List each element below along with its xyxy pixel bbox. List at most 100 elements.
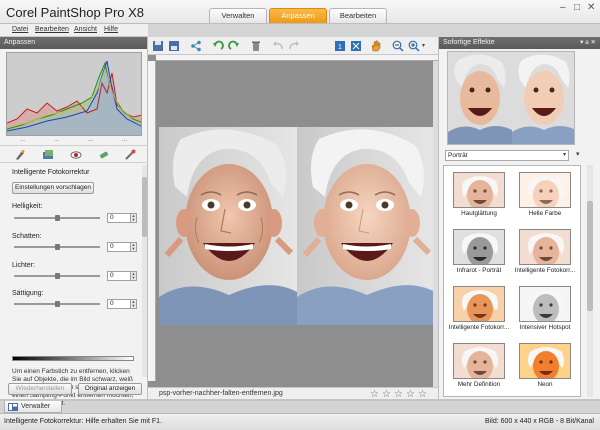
effect-thumbnail[interactable]: [453, 172, 505, 208]
brightness-label: Helligkeit:: [12, 203, 43, 210]
red-eye-icon[interactable]: [70, 149, 82, 161]
effect-category-value: Porträt: [448, 152, 468, 159]
zoom-dropdown-icon[interactable]: ▾: [422, 42, 425, 49]
smart-fix-icon[interactable]: [14, 149, 26, 161]
effect-thumbnail[interactable]: [453, 286, 505, 322]
app-title: Corel PaintShop Pro X8: [6, 5, 145, 20]
effect-preview: [447, 51, 575, 145]
menu-hilfe[interactable]: Hilfe: [104, 26, 118, 33]
highlights-slider-thumb[interactable]: [55, 273, 60, 279]
smart-photo-fix-settings: Intelligente Fotokorrektur Einstellungen…: [0, 165, 148, 407]
saturation-value[interactable]: 0: [107, 299, 131, 309]
shadows-value[interactable]: 0: [107, 242, 131, 252]
effect-item[interactable]: Infrarot - Porträt: [446, 225, 512, 279]
effects-scrollbar[interactable]: [587, 165, 593, 397]
save-icon[interactable]: [152, 40, 164, 52]
effect-item[interactable]: Intensiver Hotspot: [512, 282, 578, 336]
redo-icon[interactable]: [288, 40, 300, 52]
effect-thumbnail[interactable]: [453, 343, 505, 379]
effect-thumbnail[interactable]: [519, 229, 571, 265]
category-menu-icon[interactable]: ▾: [576, 150, 580, 158]
highlights-spinner[interactable]: ▲ ▼: [131, 271, 137, 281]
histogram-markers: ... ... ... ...: [6, 137, 142, 143]
close-icon[interactable]: ✕: [587, 3, 595, 13]
shadows-spinner[interactable]: ▲ ▼: [131, 242, 137, 252]
menu-datei[interactable]: Datei: [12, 26, 28, 33]
effect-item[interactable]: Hautglättung: [446, 168, 512, 222]
settings-scrollbar[interactable]: [142, 165, 147, 377]
effects-scrollbar-thumb[interactable]: [587, 201, 593, 311]
effect-label: Infrarot - Porträt: [456, 267, 502, 274]
instant-effects-title: Sofortige Effekte: [443, 39, 495, 46]
saturation-slider[interactable]: [14, 301, 100, 307]
photo-blend-icon[interactable]: [42, 149, 54, 161]
effect-item[interactable]: Helle Farbe: [512, 168, 578, 222]
saturation-spinner[interactable]: ▲ ▼: [131, 299, 137, 309]
rotate-left-icon[interactable]: [212, 40, 224, 52]
instant-effects-panel: Sofortige Effekte ▾ a ✕ Porträt ▾ ▾ Haut…: [438, 37, 600, 401]
tab-bearbeiten[interactable]: Bearbeiten: [329, 8, 387, 23]
delete-icon[interactable]: [250, 40, 262, 52]
brush-icon[interactable]: [124, 149, 136, 161]
effect-label: Hautglättung: [461, 210, 497, 217]
histogram-marker: ...: [122, 137, 128, 143]
chevron-down-icon[interactable]: ▾: [563, 151, 566, 160]
title-bar: Corel PaintShop Pro X8 Verwalten Anpasse…: [0, 0, 600, 24]
organizer-tab[interactable]: Verwalter: [4, 401, 62, 413]
ruler-top: [156, 55, 438, 61]
suggest-settings-button[interactable]: Einstellungen vorschlagen: [12, 182, 94, 194]
tab-verwalten[interactable]: Verwalten: [209, 8, 267, 23]
menu-bar: Datei Bearbeiten Ansicht Hilfe: [0, 24, 148, 37]
rotate-right-icon[interactable]: [228, 40, 240, 52]
image-canvas[interactable]: [148, 55, 438, 387]
effect-thumbnail[interactable]: [519, 172, 571, 208]
menu-ansicht[interactable]: Ansicht: [74, 26, 97, 33]
saturation-label: Sättigung:: [12, 290, 44, 297]
pan-hand-icon[interactable]: [370, 40, 382, 52]
effect-label: Helle Farbe: [528, 210, 562, 217]
saturation-slider-thumb[interactable]: [55, 301, 60, 307]
status-message: Intelligente Fotokorrektur: Hilfe erhalt…: [4, 418, 162, 425]
effect-item[interactable]: Intelligente Fotokorr...: [512, 225, 578, 279]
effect-label: Mehr Definition: [457, 381, 501, 388]
effects-gallery: Hautglättung Helle Farbe Infrarot - Porträ…: [443, 165, 581, 397]
undo-icon[interactable]: [272, 40, 284, 52]
organizer-icon: [8, 403, 18, 411]
effect-item[interactable]: Neon: [512, 339, 578, 393]
maximize-icon[interactable]: □: [574, 3, 580, 13]
makeover-icon[interactable]: [98, 149, 110, 161]
fit-window-icon[interactable]: 1: [334, 40, 346, 52]
effect-item[interactable]: Mehr Definition: [446, 339, 512, 393]
effect-item[interactable]: Intelligente Fotokorr...: [446, 282, 512, 336]
effect-label: Intensiver Hotspot: [519, 324, 571, 331]
shadows-slider[interactable]: [14, 244, 100, 250]
highlights-value[interactable]: 0: [107, 271, 131, 281]
before-after-photo[interactable]: [159, 127, 435, 325]
brightness-slider-thumb[interactable]: [55, 215, 60, 221]
minimize-icon[interactable]: –: [560, 3, 566, 13]
effect-thumbnail[interactable]: [519, 286, 571, 322]
panel-controls[interactable]: ▾ a ✕: [580, 37, 596, 49]
zoom-in-icon[interactable]: [408, 40, 420, 52]
brightness-value[interactable]: 0: [107, 213, 131, 223]
show-original-button[interactable]: Original anzeigen: [78, 383, 142, 395]
effect-category-select[interactable]: Porträt ▾: [445, 150, 569, 161]
shadows-slider-thumb[interactable]: [55, 244, 60, 250]
menu-bearbeiten[interactable]: Bearbeiten: [35, 26, 69, 33]
settings-scrollbar-thumb[interactable]: [142, 177, 147, 237]
highlights-slider[interactable]: [14, 273, 100, 279]
zoom-out-icon[interactable]: [392, 40, 404, 52]
organizer-tab-label: Verwalter: [21, 403, 51, 410]
reset-button[interactable]: Wiederherstellen: [8, 383, 72, 395]
highlights-label: Lichter:: [12, 262, 35, 269]
brightness-slider[interactable]: [14, 215, 100, 221]
zoom-fit-icon[interactable]: [350, 40, 362, 52]
effect-label: Intelligente Fotokorr...: [514, 267, 576, 274]
save-as-icon[interactable]: [168, 40, 180, 52]
tab-anpassen[interactable]: Anpassen: [269, 8, 327, 23]
share-icon[interactable]: [190, 40, 202, 52]
effect-thumbnail[interactable]: [519, 343, 571, 379]
brightness-spinner[interactable]: ▲ ▼: [131, 213, 137, 223]
color-cast-gradient[interactable]: [12, 356, 134, 361]
effect-thumbnail[interactable]: [453, 229, 505, 265]
